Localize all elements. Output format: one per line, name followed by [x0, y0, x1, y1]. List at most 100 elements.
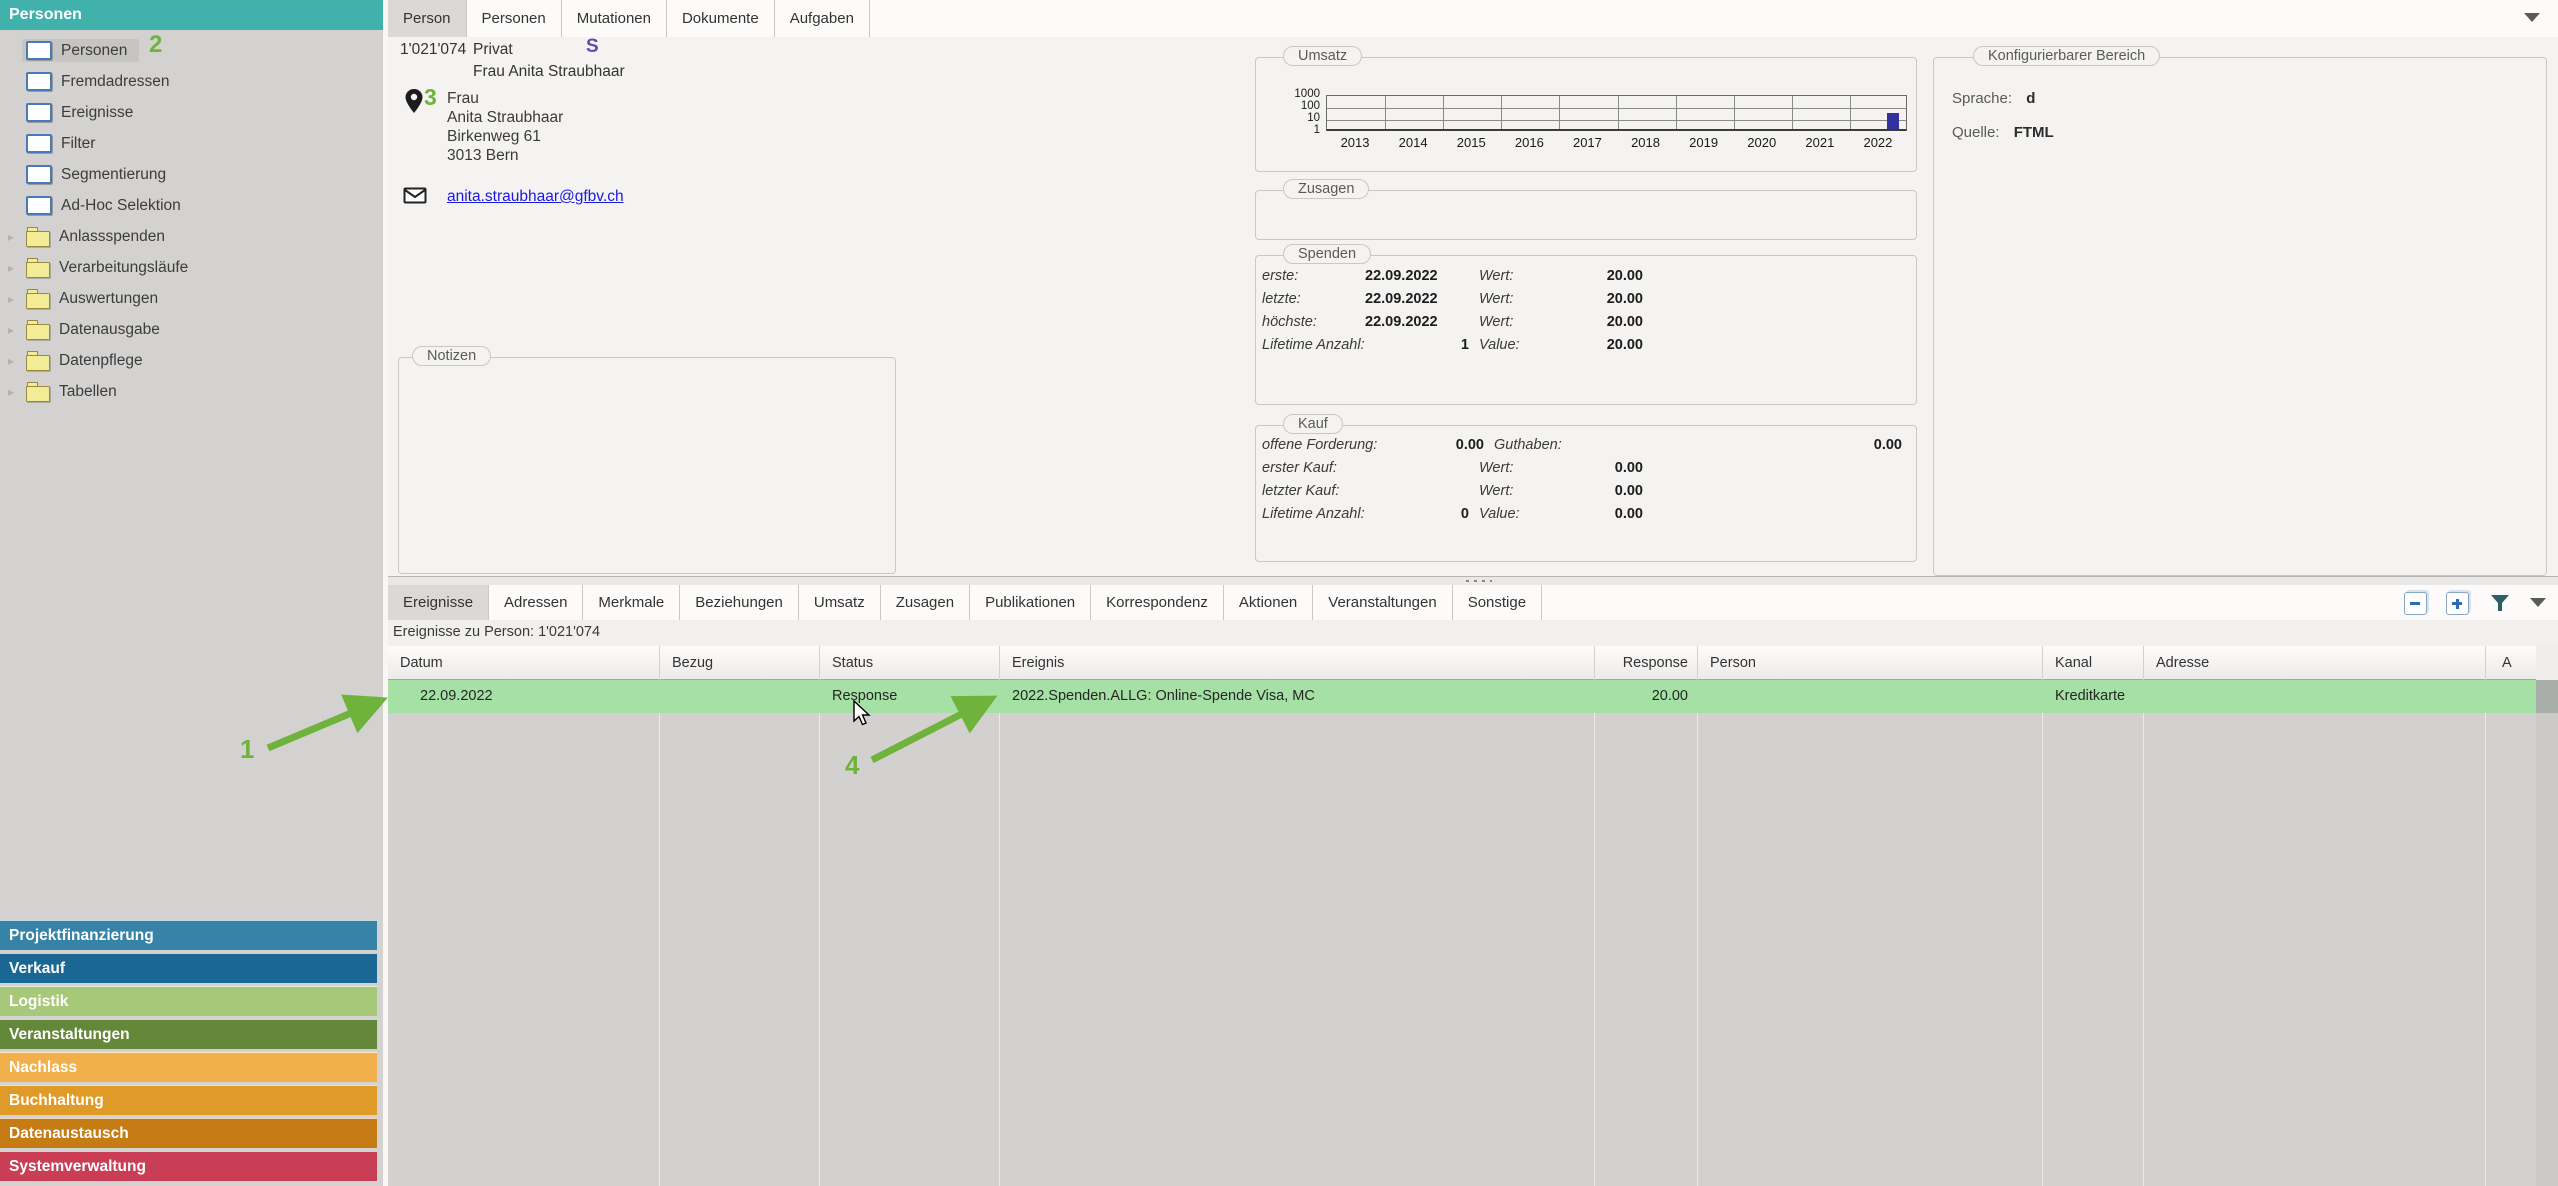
module-bar-datenaustausch[interactable]: Datenaustausch [0, 1118, 377, 1148]
subtab-ereignisse[interactable]: Ereignisse [388, 585, 489, 620]
module-bar-verkauf[interactable]: Verkauf [0, 953, 377, 983]
sprache-value: d [2026, 90, 2035, 107]
tab-dokumente[interactable]: Dokumente [667, 0, 775, 37]
email-icon [403, 187, 427, 204]
zusagen-box-label: Zusagen [1283, 179, 1369, 199]
tab-person[interactable]: Person [388, 0, 467, 37]
document-icon [26, 103, 52, 122]
sidebar-item-anlassspenden[interactable]: ▸Anlassspenden [0, 222, 383, 251]
module-bar-projektfinanzierung[interactable]: Projektfinanzierung [0, 920, 377, 950]
event-row-cell-datum[interactable]: 22.09.2022 [388, 680, 660, 713]
sidebar-item-label: Fremdadressen [61, 73, 170, 91]
chart-ytick: 1000 [1260, 89, 1320, 100]
module-bar-buchhaltung[interactable]: Buchhaltung [0, 1085, 377, 1115]
spenden-row: letzte:22.09.2022Wert:20.00 [1262, 291, 1702, 307]
collapse-all-icon[interactable] [2404, 592, 2427, 615]
expand-arrow-icon[interactable]: ▸ [0, 323, 22, 337]
sidebar-item-ad-hoc-selektion[interactable]: Ad-Hoc Selektion [0, 191, 383, 220]
event-row-cell-a[interactable] [2486, 680, 2536, 713]
event-row-cell-ereignis[interactable]: 2022.Spenden.ALLG: Online-Spende Visa, M… [1000, 680, 1595, 713]
column-header-a[interactable]: A [2486, 646, 2536, 680]
chart-year-label: 2014 [1384, 135, 1442, 150]
chart-year-label: 2019 [1675, 135, 1733, 150]
column-header-bezug[interactable]: Bezug [660, 646, 820, 680]
sidebar-item-label: Ereignisse [61, 104, 133, 122]
event-row-cell-kanal[interactable]: Kreditkarte [2043, 680, 2144, 713]
konfigurierbarer-bereich-label: Konfigurierbarer Bereich [1973, 46, 2160, 66]
event-row-cell-person[interactable] [1698, 680, 2043, 713]
sidebar-item-filter[interactable]: Filter [0, 129, 383, 158]
table-context-line: Ereignisse zu Person: 1'021'074 [388, 620, 2558, 640]
sprache-row: Sprache: d [1952, 90, 2035, 107]
expand-arrow-icon[interactable]: ▸ [0, 385, 22, 399]
folder-icon [26, 262, 50, 278]
filter-icon[interactable] [2490, 594, 2510, 612]
sidebar-item-personen[interactable]: Personen [0, 36, 383, 65]
sidebar-item-fremdadressen[interactable]: Fremdadressen [0, 67, 383, 96]
sidebar-item-datenausgabe[interactable]: ▸Datenausgabe [0, 315, 383, 344]
column-header-ereignis[interactable]: Ereignis [1000, 646, 1595, 680]
module-bar-systemverwaltung[interactable]: Systemverwaltung [0, 1151, 377, 1181]
module-bar-veranstaltungen[interactable]: Veranstaltungen [0, 1019, 377, 1049]
event-row-cell-adresse[interactable] [2144, 680, 2486, 713]
subtab-publikationen[interactable]: Publikationen [970, 585, 1091, 620]
person-category: Privat [473, 41, 513, 59]
expand-arrow-icon[interactable]: ▸ [0, 230, 22, 244]
subtab-zusagen[interactable]: Zusagen [881, 585, 970, 620]
sidebar-item-datenpflege[interactable]: ▸Datenpflege [0, 346, 383, 375]
subtab-beziehungen[interactable]: Beziehungen [680, 585, 799, 620]
event-row-cell-response[interactable]: 20.00 [1595, 680, 1698, 713]
tab-mutationen[interactable]: Mutationen [562, 0, 667, 37]
kauf-row: erster Kauf:Wert:0.00 [1262, 460, 1702, 476]
column-header-adresse[interactable]: Adresse [2144, 646, 2486, 680]
spenden-box-label: Spenden [1283, 244, 1371, 264]
document-icon [26, 41, 52, 60]
sidebar-item-verarbeitungsl-ufe[interactable]: ▸Verarbeitungsläufe [0, 253, 383, 282]
expand-arrow-icon[interactable]: ▸ [0, 261, 22, 275]
sidebar-item-auswertungen[interactable]: ▸Auswertungen [0, 284, 383, 313]
folder-icon [26, 355, 50, 371]
table-scrollbar[interactable] [2536, 646, 2558, 1186]
notizen-box-label: Notizen [412, 346, 491, 366]
event-row-cell-bezug[interactable] [660, 680, 820, 713]
notizen-box[interactable] [398, 357, 896, 574]
chart-bar-2022 [1887, 113, 1899, 129]
sidebar-item-label: Segmentierung [61, 166, 166, 184]
sidebar-item-segmentierung[interactable]: Segmentierung [0, 160, 383, 189]
event-row-cell-status[interactable]: Response [820, 680, 1000, 713]
context-line-bar: Ereignisse zu Person: 1'021'074 [388, 620, 2558, 646]
chart-ytick: 10 [1260, 113, 1320, 124]
column-header-response[interactable]: Response [1595, 646, 1698, 680]
subtab-veranstaltungen[interactable]: Veranstaltungen [1313, 585, 1452, 620]
column-header-datum[interactable]: Datum [388, 646, 660, 680]
panel-splitter[interactable] [388, 577, 2558, 585]
subtab-umsatz[interactable]: Umsatz [799, 585, 881, 620]
module-bar-logistik[interactable]: Logistik [0, 986, 377, 1016]
subtab-korrespondenz[interactable]: Korrespondenz [1091, 585, 1224, 620]
sidebar-item-ereignisse[interactable]: Ereignisse [0, 98, 383, 127]
expand-all-icon[interactable] [2446, 592, 2469, 615]
person-email-link[interactable]: anita.straubhaar@gfbv.ch [447, 188, 624, 206]
sidebar-item-tabellen[interactable]: ▸Tabellen [0, 377, 383, 406]
tabbar-dropdown-icon[interactable] [2524, 13, 2540, 22]
kauf-box-label: Kauf [1283, 414, 1343, 434]
column-header-status[interactable]: Status [820, 646, 1000, 680]
umsatz-box-label: Umsatz [1283, 46, 1362, 66]
expand-arrow-icon[interactable]: ▸ [0, 292, 22, 306]
column-header-person[interactable]: Person [1698, 646, 2043, 680]
tab-aufgaben[interactable]: Aufgaben [775, 0, 870, 37]
sidebar-item-label: Ad-Hoc Selektion [61, 197, 181, 215]
expand-arrow-icon[interactable]: ▸ [0, 354, 22, 368]
quelle-label: Quelle: [1952, 124, 2000, 141]
column-header-kanal[interactable]: Kanal [2043, 646, 2144, 680]
chart-ytick: 1 [1260, 125, 1320, 136]
module-bar-nachlass[interactable]: Nachlass [0, 1052, 377, 1082]
subtab-sonstige[interactable]: Sonstige [1453, 585, 1542, 620]
annotation-step3: 3 [424, 84, 437, 111]
subtab-aktionen[interactable]: Aktionen [1224, 585, 1313, 620]
folder-icon [26, 293, 50, 309]
tab-personen[interactable]: Personen [467, 0, 562, 37]
subtab-merkmale[interactable]: Merkmale [583, 585, 680, 620]
subtab-adressen[interactable]: Adressen [489, 585, 583, 620]
table-dropdown-icon[interactable] [2530, 598, 2546, 607]
